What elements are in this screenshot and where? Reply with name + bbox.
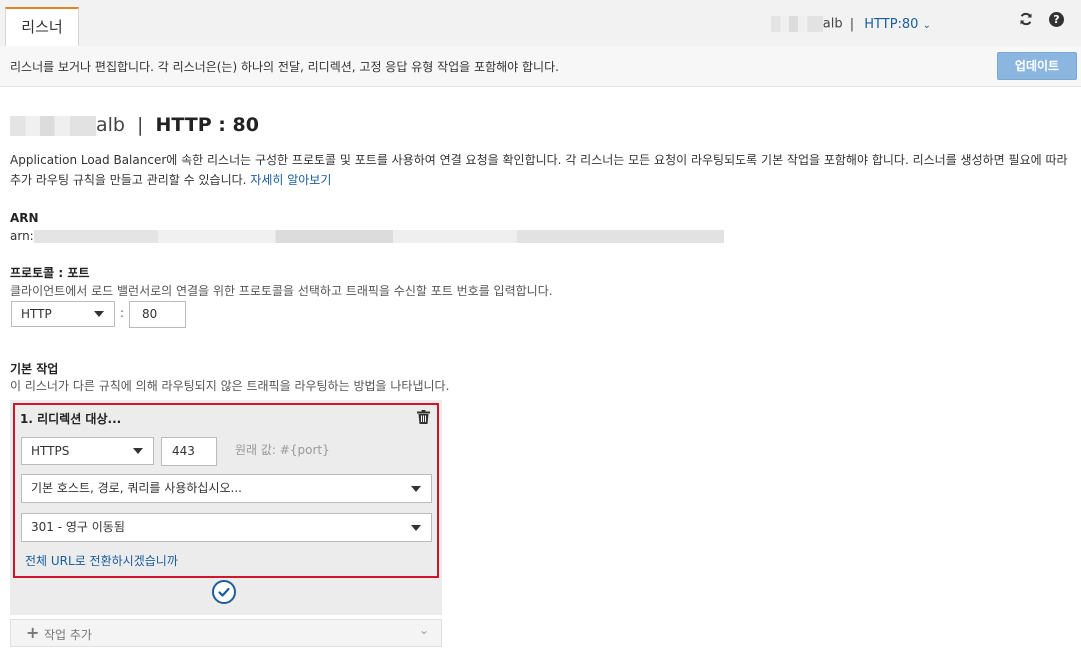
protocol-select[interactable]: HTTP — [11, 301, 115, 327]
redirect-protocol-select[interactable]: HTTPS — [21, 437, 154, 465]
default-action-label: 기본 작업 — [10, 362, 59, 376]
intro-text: Application Load Balancer에 속한 리스너는 구성한 프… — [10, 153, 1068, 187]
caret-down-icon — [411, 524, 421, 531]
original-value-hint: 원래 값: #{port} — [235, 443, 330, 457]
add-action-label: 작업 추가 — [44, 628, 92, 642]
port-input[interactable]: 80 — [129, 301, 186, 328]
intro-paragraph: Application Load Balancer에 속한 리스너는 구성한 프… — [10, 150, 1075, 190]
add-action-button[interactable]: + 작업 추가 ⌄ — [10, 619, 442, 647]
page-title: alb | HTTP : 80 — [10, 114, 259, 136]
switch-full-url-link[interactable]: 전체 URL로 전환하시겠습니까 — [25, 552, 178, 569]
host-path-query-select[interactable]: 기본 호스트, 경로, 쿼리를 사용하십시오... — [21, 474, 432, 503]
listener-dropdown[interactable]: HTTP:80 ⌄ — [864, 17, 931, 32]
description-bar: 리스너를 보거나 편집합니다. 각 리스너은(는) 하나의 전달, 리디렉션, … — [0, 46, 1081, 87]
arn-value: arn: — [10, 229, 724, 243]
refresh-icon[interactable] — [1019, 12, 1033, 30]
listener-selector: alb | HTTP:80 ⌄ — [770, 16, 931, 32]
status-code-select[interactable]: 301 - 영구 이동됨 — [21, 513, 432, 542]
redacted-arn — [33, 230, 724, 243]
arn-label: ARN — [10, 211, 39, 225]
trash-icon[interactable] — [417, 409, 430, 424]
heading-separator: | — [137, 114, 144, 136]
redacted-lb-name — [770, 16, 823, 32]
default-action-description: 이 리스너가 다른 규칙에 의해 라우팅되지 않은 트래픽을 라우팅하는 방법을… — [10, 379, 450, 393]
learn-more-link[interactable]: 자세히 알아보기 — [250, 173, 331, 187]
caret-down-icon — [133, 448, 143, 454]
protocol-port-description: 클라이언트에서 로드 밸런서로의 연결을 위한 프로토콜을 선택하고 트래픽을 … — [10, 284, 553, 298]
caret-down-icon — [411, 485, 421, 492]
update-button[interactable]: 업데이트 — [997, 52, 1077, 80]
protocol-port-colon: : — [120, 306, 125, 320]
description-text: 리스너를 보거나 편집합니다. 각 리스너은(는) 하나의 전달, 리디렉션, … — [10, 60, 559, 74]
heading-lb-name: alb — [96, 114, 125, 136]
protocol-port-label: 프로토콜 : 포트 — [10, 266, 90, 280]
action-title: 1. 리디렉션 대상... — [20, 412, 122, 426]
caret-down-icon — [94, 311, 104, 317]
tab-listener[interactable]: 리스너 — [5, 7, 79, 46]
top-lb-name: alb — [822, 16, 843, 32]
top-separator: | — [849, 16, 855, 32]
arn-prefix: arn: — [10, 229, 34, 243]
help-icon[interactable]: ? — [1049, 12, 1064, 27]
confirm-check-icon[interactable] — [212, 580, 236, 604]
top-tab-bar: 리스너 alb | HTTP:80 ⌄ ? — [0, 0, 1081, 47]
redacted-lb-name — [10, 115, 96, 136]
chevron-down-icon: ⌄ — [922, 19, 931, 31]
plus-icon: + — [26, 623, 40, 642]
chevron-down-icon: ⌄ — [418, 623, 429, 637]
heading-listener: HTTP : 80 — [155, 114, 259, 136]
redirect-port-input[interactable]: 443 — [161, 437, 217, 466]
